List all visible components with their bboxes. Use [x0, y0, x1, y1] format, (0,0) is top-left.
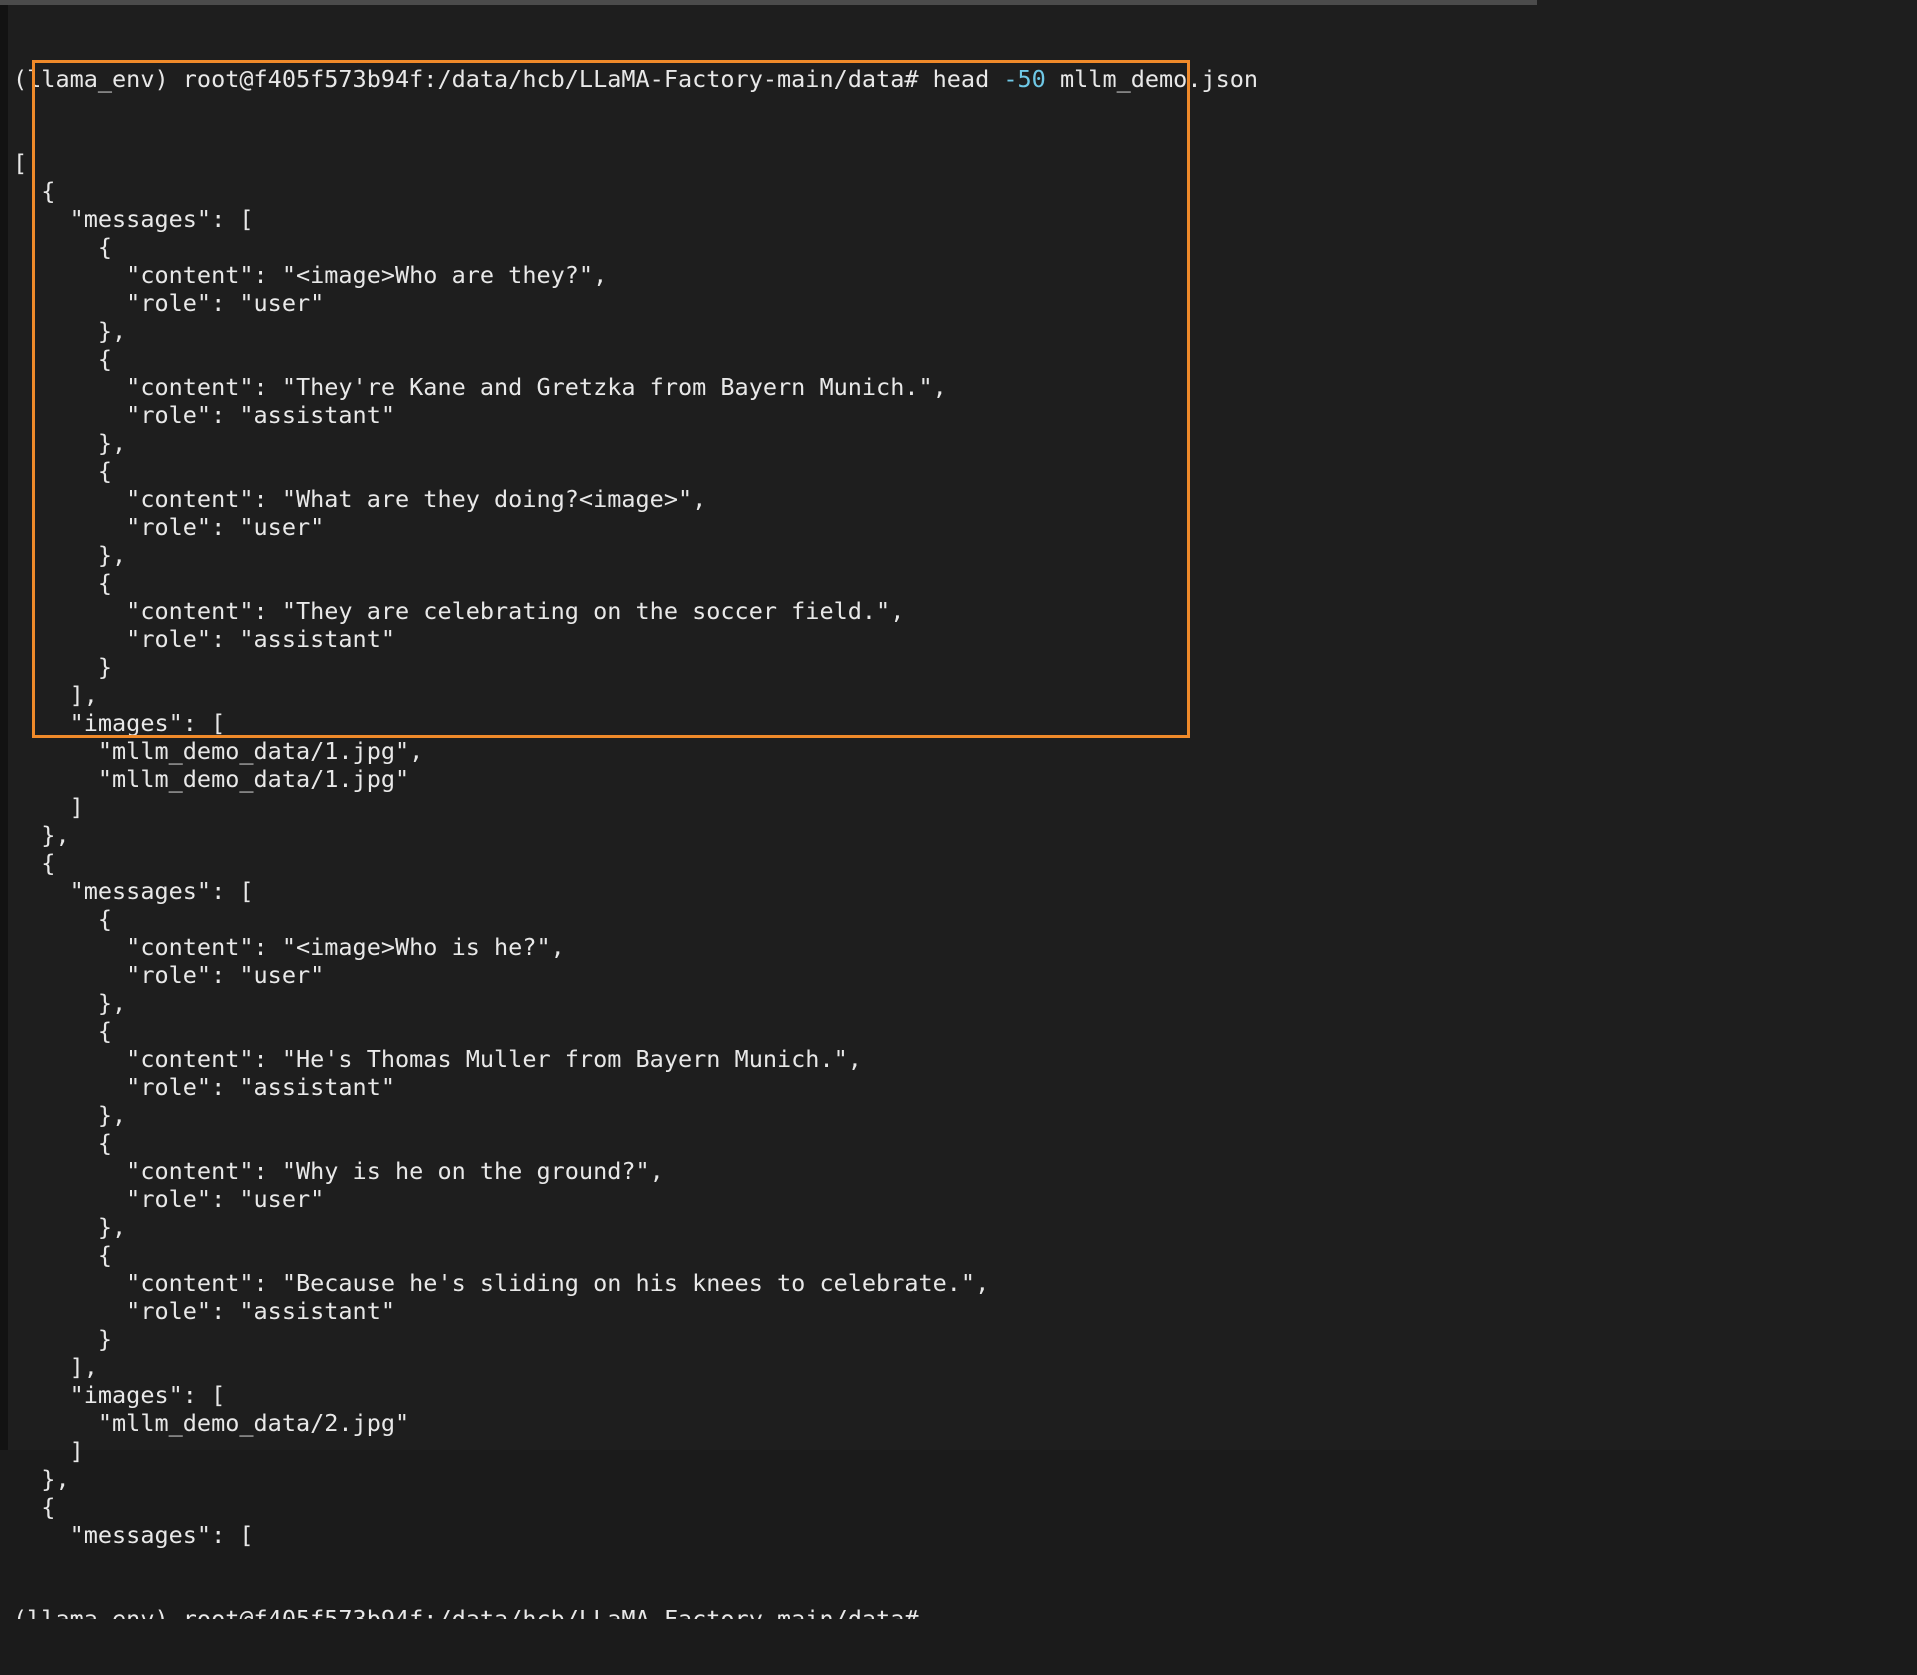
window-top-strip	[0, 0, 1537, 5]
output-line: "messages": [	[13, 877, 254, 905]
output-line: "mllm_demo_data/1.jpg",	[13, 737, 424, 765]
output-line: },	[13, 429, 127, 457]
output-line: "content": "He's Thomas Muller from Baye…	[13, 1045, 862, 1073]
output-line: "images": [	[13, 709, 226, 737]
output-line: {	[13, 1241, 113, 1269]
output-line: },	[13, 989, 127, 1017]
next-prompt-line: (llama_env) root@f405f573b94f:/data/hcb/…	[13, 1605, 1258, 1619]
output-line: "content": "They are celebrating on the …	[13, 597, 905, 625]
output-line: {	[13, 569, 113, 597]
output-line: {	[13, 1129, 113, 1157]
output-line: {	[13, 905, 113, 933]
terminal-window[interactable]: (llama_env) root@f405f573b94f:/data/hcb/…	[0, 0, 1917, 1619]
output-line: {	[13, 1493, 56, 1521]
output-line: "content": "<image>Who is he?",	[13, 933, 565, 961]
output-line: "role": "user"	[13, 513, 325, 541]
output-line: {	[13, 1017, 113, 1045]
output-line: },	[13, 1213, 127, 1241]
output-line: },	[13, 541, 127, 569]
shell-prompt: (llama_env) root@f405f573b94f:/data/hcb/…	[13, 65, 919, 93]
output-line: "mllm_demo_data/1.jpg"	[13, 765, 410, 793]
command-name: head	[932, 65, 990, 93]
output-line: ]	[13, 793, 84, 821]
output-line: ],	[13, 1353, 98, 1381]
output-line: ],	[13, 681, 98, 709]
output-line: },	[13, 317, 127, 345]
window-left-border	[0, 0, 8, 1450]
output-line: ]	[13, 1437, 84, 1465]
output-line: "content": "They're Kane and Gretzka fro…	[13, 373, 947, 401]
output-line: "messages": [	[13, 205, 254, 233]
output-line: {	[13, 177, 56, 205]
terminal-output: (llama_env) root@f405f573b94f:/data/hcb/…	[13, 9, 1258, 1675]
output-line: "role": "assistant"	[13, 401, 396, 429]
output-line: "role": "user"	[13, 289, 325, 317]
output-line: {	[13, 849, 56, 877]
next-shell-prompt: (llama_env) root@f405f573b94f:/data/hcb/…	[13, 1605, 919, 1619]
output-line: },	[13, 821, 70, 849]
output-line: "mllm_demo_data/2.jpg"	[13, 1409, 410, 1437]
output-line: "images": [	[13, 1381, 226, 1409]
file-output-lines: [ { "messages": [ { "content": "<image>W…	[13, 149, 1258, 1549]
output-line: "role": "user"	[13, 1185, 325, 1213]
output-line: "role": "assistant"	[13, 625, 396, 653]
output-line: "role": "assistant"	[13, 1297, 396, 1325]
output-line: "messages": [	[13, 1521, 254, 1549]
output-line: "content": "What are they doing?<image>"…	[13, 485, 707, 513]
command-flag: -50	[1003, 65, 1046, 93]
output-line: }	[13, 653, 113, 681]
output-line: },	[13, 1465, 70, 1493]
output-line: "role": "user"	[13, 961, 325, 989]
output-line: {	[13, 345, 113, 373]
output-line: },	[13, 1101, 127, 1129]
output-line: {	[13, 457, 113, 485]
command-line: (llama_env) root@f405f573b94f:/data/hcb/…	[13, 65, 1258, 93]
output-line: {	[13, 233, 113, 261]
output-line: [	[13, 149, 28, 177]
command-file: mllm_demo.json	[1060, 65, 1259, 93]
output-line: "content": "<image>Who are they?",	[13, 261, 608, 289]
output-line: }	[13, 1325, 113, 1353]
output-line: "role": "assistant"	[13, 1073, 396, 1101]
output-line: "content": "Because he's sliding on his …	[13, 1269, 990, 1297]
output-line: "content": "Why is he on the ground?",	[13, 1157, 664, 1185]
